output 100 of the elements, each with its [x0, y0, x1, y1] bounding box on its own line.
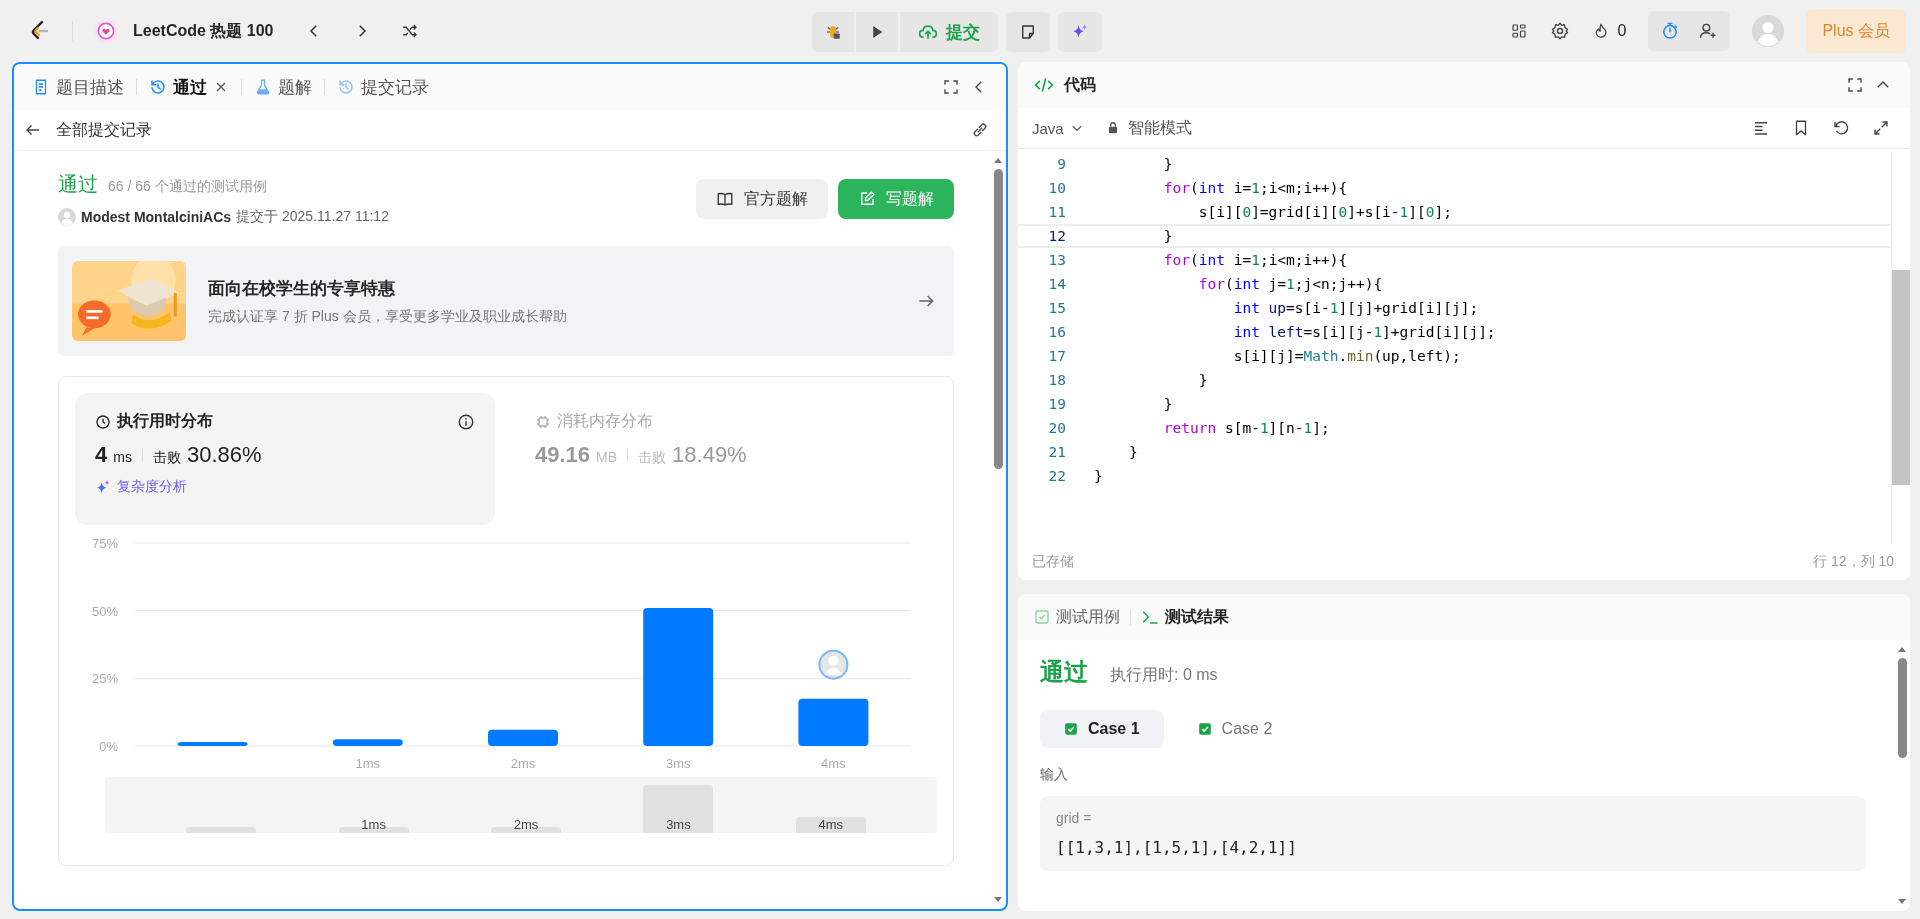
beats-percent: 30.86% [186, 442, 262, 468]
y-axis-tick-label: 0% [99, 739, 118, 754]
code-line: int up=s[i-1][j]+grid[i][j]; [1232, 300, 1479, 316]
add-user-icon[interactable] [1698, 21, 1719, 41]
runtime-text: 执行用时: 0 ms [1110, 665, 1218, 685]
line-number: 11 [1047, 204, 1067, 220]
line-number: 13 [1047, 252, 1067, 268]
bar[interactable] [332, 739, 403, 746]
stat-unit: MB [596, 449, 618, 465]
x-axis-tick-label: 3ms [665, 756, 691, 771]
link-icon[interactable] [970, 120, 990, 140]
bar[interactable] [177, 741, 248, 746]
bar[interactable] [643, 607, 714, 746]
result-status: 通过 [1040, 657, 1088, 687]
line-number: 20 [1047, 420, 1067, 436]
case-tab[interactable]: Case 1 [1040, 710, 1164, 748]
stat-unit: ms [113, 449, 132, 465]
heart-badge-icon [93, 18, 119, 44]
scrollbar-thumb[interactable] [1892, 270, 1910, 485]
info-icon[interactable] [457, 412, 475, 431]
check-icon [1064, 722, 1078, 736]
line-number: 10 [1047, 180, 1067, 196]
stat-value: 49.16 [535, 442, 591, 468]
debug-button[interactable] [812, 12, 854, 52]
smart-mode-label[interactable]: 智能模式 [1127, 117, 1192, 139]
submission-status: 通过 [58, 172, 98, 197]
note-button[interactable] [1006, 12, 1050, 52]
test-case-count: 66 / 66 个通过的测试用例 [108, 178, 267, 196]
fullscreen-icon[interactable] [942, 78, 960, 96]
x-axis-tick-label: 1ms [355, 756, 381, 771]
promo-banner[interactable]: 面向在校学生的专享特惠 完成认证享 7 折 Plus 会员，享受更多学业及职业成长帮助 [58, 246, 954, 356]
format-icon[interactable] [1752, 119, 1770, 137]
all-submissions-link[interactable]: 全部提交记录 [56, 119, 152, 141]
bar[interactable] [488, 729, 558, 746]
save-status: 已存储 [1032, 553, 1074, 571]
stat-value: 4 [95, 442, 108, 468]
stat-title: 消耗内存分布 [557, 411, 653, 431]
line-number: 22 [1047, 468, 1067, 484]
x-axis-tick-label: 2ms [510, 756, 536, 771]
code-line: for(int i=1;i<m;i++){ [1162, 252, 1348, 268]
username[interactable]: Modest MontalciniACs [81, 209, 232, 225]
y-axis-tick-label: 25% [91, 671, 118, 687]
language-dropdown[interactable]: Java [1032, 119, 1084, 137]
official-solution-button[interactable]: 官方题解 [696, 179, 828, 219]
reset-icon[interactable] [1832, 119, 1850, 137]
code-line: for(int j=1;j<n;j++){ [1197, 276, 1383, 292]
beats-label: 击败 [638, 449, 667, 467]
note-icon [1019, 23, 1037, 41]
checkbox-icon [1034, 609, 1050, 625]
problem-list-title[interactable]: LeetCode 热题 100 [133, 20, 274, 42]
sparkle-icon [95, 479, 111, 495]
stat-card[interactable]: 执行用时分布 4 ms 击败 30.86% 复杂度分析 [75, 393, 495, 525]
code-line: int left=s[i][j-1]+grid[i][j]; [1232, 324, 1496, 340]
scrollbar-thumb[interactable] [1897, 658, 1907, 758]
brush-label: 4ms [818, 817, 844, 833]
shuffle-icon[interactable] [401, 22, 420, 40]
brush-label: 2ms [513, 817, 539, 833]
code-line: } [1127, 444, 1138, 460]
scrollbar[interactable] [1891, 152, 1910, 544]
streak-count: 0 [1617, 22, 1627, 40]
code-line: } [1162, 156, 1173, 172]
y-axis-tick-label: 75% [91, 536, 118, 551]
scrollbar-thumb[interactable] [993, 169, 1003, 469]
y-axis-tick-label: 50% [91, 603, 118, 619]
panel-tab[interactable]: 提交记录 [335, 71, 431, 103]
line-number: 17 [1047, 348, 1067, 364]
stat-title: 执行用时分布 [117, 411, 213, 431]
flask-icon [254, 78, 272, 96]
case-tab[interactable]: Case 2 [1173, 710, 1297, 748]
line-number: 12 [1047, 228, 1067, 244]
panel-tab[interactable]: 题解 [252, 71, 314, 103]
code-line: } [1197, 372, 1208, 388]
expand-icon[interactable] [1872, 119, 1890, 137]
promo-title: 面向在校学生的专享特惠 [208, 277, 396, 300]
line-number: 15 [1047, 300, 1067, 316]
settings-icon[interactable] [1549, 21, 1570, 41]
book-icon [716, 190, 734, 208]
complexity-analysis-link[interactable]: 复杂度分析 [117, 478, 187, 496]
line-number: 21 [1047, 444, 1067, 460]
x-axis-tick-label: 4ms [821, 756, 846, 771]
panel-tab[interactable]: 测试结果 [1141, 606, 1229, 628]
cloud-upload-icon [918, 22, 938, 42]
bug-icon [824, 23, 842, 41]
code-line: } [1162, 228, 1173, 244]
code-line: s[i][0]=grid[i][0]+s[i-1][0]; [1197, 204, 1452, 220]
panel-tab[interactable]: 题目描述 [30, 71, 126, 103]
range-brush[interactable]: 1ms 2ms 3ms 4ms [105, 777, 937, 833]
layout-icon[interactable] [1509, 22, 1528, 40]
fullscreen-icon[interactable] [1846, 76, 1864, 94]
line-number: 18 [1047, 372, 1067, 388]
line-number: 14 [1047, 276, 1067, 292]
panel-tab[interactable]: 通过 [147, 71, 231, 103]
run-button[interactable] [856, 12, 898, 52]
panel-tab[interactable]: 测试用例 [1034, 606, 1120, 628]
code-line: } [1094, 468, 1103, 484]
bar[interactable] [798, 698, 869, 746]
user-avatar-icon [58, 208, 76, 226]
code-icon [1034, 75, 1054, 95]
panel-title: 代码 [1064, 74, 1096, 95]
line-number: 9 [1056, 156, 1067, 172]
